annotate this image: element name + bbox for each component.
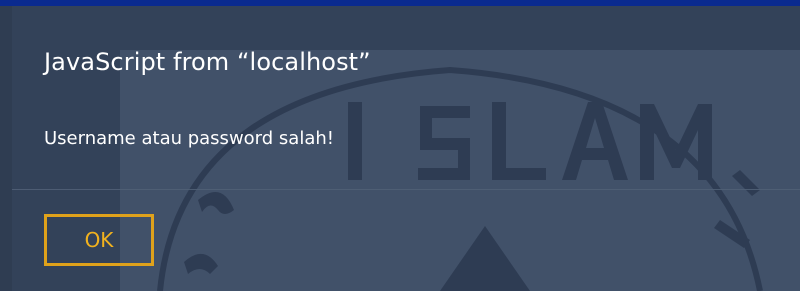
left-edge [0,6,12,291]
dialog-divider [12,189,800,190]
screen: JavaScript from “localhost” Username ata… [0,0,800,291]
dialog-message: Username atau password salah! [44,128,334,149]
ok-button[interactable]: OK [44,214,154,266]
dialog-title: JavaScript from “localhost” [44,48,371,76]
alert-dialog: JavaScript from “localhost” Username ata… [12,6,800,291]
